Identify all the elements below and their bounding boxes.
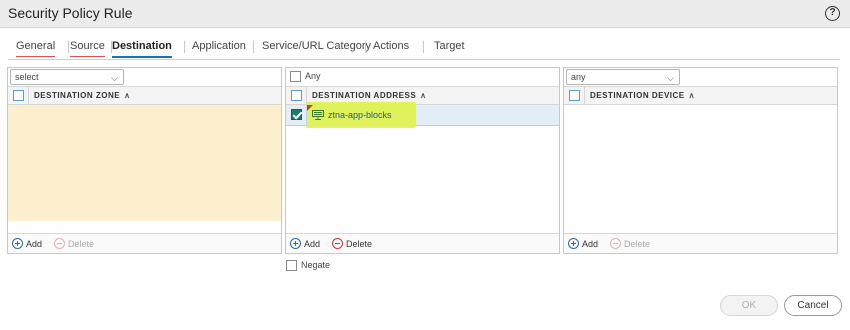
device-select-all-checkbox[interactable]	[569, 90, 580, 101]
address-any-label: Any	[305, 71, 321, 81]
address-column-header[interactable]: DESTINATION ADDRESS ∧	[312, 91, 427, 100]
sort-ascending-icon[interactable]: ∧	[124, 91, 130, 100]
address-any-checkbox[interactable]	[290, 71, 301, 82]
add-icon	[12, 238, 23, 249]
zone-column-header[interactable]: DESTINATION ZONE ∧	[34, 91, 130, 100]
tab-actions[interactable]: Actions	[373, 40, 409, 56]
sort-ascending-icon[interactable]: ∧	[420, 91, 426, 100]
row-checkbox[interactable]	[291, 109, 302, 120]
dialog-titlebar: Security Policy Rule ?	[0, 0, 850, 28]
destination-device-panel: any ⌵ DESTINATION DEVICE ∧ Add Delete	[563, 67, 838, 254]
destination-zone-panel: select ⌵ DESTINATION ZONE ∧ Add Delete	[7, 67, 282, 254]
tab-divider	[253, 41, 254, 53]
header-divider	[584, 87, 585, 104]
zone-column-label: DESTINATION ZONE	[34, 91, 121, 100]
zone-footer: Add Delete	[8, 233, 281, 253]
destination-address-panel: Any DESTINATION ADDRESS ∧ ztna-app-blocks…	[285, 67, 560, 254]
address-delete-button[interactable]: Delete	[332, 238, 372, 249]
device-control-row: any ⌵	[564, 68, 837, 86]
address-control-row: Any	[286, 68, 559, 86]
device-column-header[interactable]: DESTINATION DEVICE ∧	[590, 91, 695, 100]
zone-select-value: select	[15, 72, 39, 82]
device-add-label: Add	[582, 238, 599, 249]
zone-delete-button[interactable]: Delete	[54, 238, 94, 249]
address-column-label: DESTINATION ADDRESS	[312, 91, 417, 100]
delete-icon	[54, 238, 65, 249]
address-add-button[interactable]: Add	[290, 238, 320, 249]
address-delete-label: Delete	[346, 238, 373, 249]
device-delete-button[interactable]: Delete	[610, 238, 650, 249]
device-select-dropdown[interactable]: any ⌵	[566, 69, 680, 85]
help-icon[interactable]: ?	[825, 6, 840, 21]
zone-table-header: DESTINATION ZONE ∧	[8, 86, 281, 105]
table-row[interactable]: ztna-app-blocks	[286, 102, 559, 128]
tab-destination[interactable]: Destination	[112, 40, 172, 58]
chevron-down-icon: ⌵	[111, 73, 118, 83]
zone-add-label: Add	[26, 238, 43, 249]
address-value-link[interactable]: ztna-app-blocks	[328, 110, 392, 120]
negate-checkbox[interactable]	[286, 260, 297, 271]
negate-label: Negate	[301, 260, 331, 270]
device-table-header: DESTINATION DEVICE ∧	[564, 86, 837, 105]
sort-ascending-icon[interactable]: ∧	[689, 91, 695, 100]
address-select-all-checkbox[interactable]	[291, 90, 302, 101]
delete-icon	[332, 238, 343, 249]
device-footer: Add Delete	[564, 233, 837, 253]
cancel-button[interactable]: Cancel	[784, 295, 842, 316]
add-icon	[290, 238, 301, 249]
tab-application[interactable]: Application	[192, 40, 246, 56]
device-select-value: any	[571, 72, 586, 82]
ok-button[interactable]: OK	[720, 295, 778, 316]
tab-source[interactable]: Source	[70, 40, 105, 57]
tab-service-url-category[interactable]: Service/URL Category	[262, 40, 371, 56]
address-group-icon	[312, 110, 324, 120]
tab-divider	[423, 41, 424, 53]
zone-list-body	[8, 105, 281, 221]
device-delete-label: Delete	[624, 238, 651, 249]
tab-divider	[365, 41, 366, 53]
zone-select-dropdown[interactable]: select ⌵	[10, 69, 124, 85]
zone-control-row: select ⌵	[8, 68, 281, 86]
tab-bar: General Source Destination Application S…	[8, 38, 840, 60]
device-add-button[interactable]: Add	[568, 238, 598, 249]
address-add-label: Add	[304, 238, 321, 249]
tab-divider	[184, 41, 185, 53]
zone-delete-label: Delete	[68, 238, 95, 249]
zone-select-all-checkbox[interactable]	[13, 90, 24, 101]
tab-general[interactable]: General	[16, 40, 56, 57]
chevron-down-icon: ⌵	[667, 73, 674, 83]
tab-target[interactable]: Target	[434, 40, 465, 56]
zone-add-button[interactable]: Add	[12, 238, 42, 249]
add-icon	[568, 238, 579, 249]
dialog-title: Security Policy Rule	[8, 5, 133, 21]
device-column-label: DESTINATION DEVICE	[590, 91, 685, 100]
tab-divider	[68, 41, 69, 53]
header-divider	[28, 87, 29, 104]
delete-icon	[610, 238, 621, 249]
address-footer: Add Delete	[286, 233, 559, 253]
